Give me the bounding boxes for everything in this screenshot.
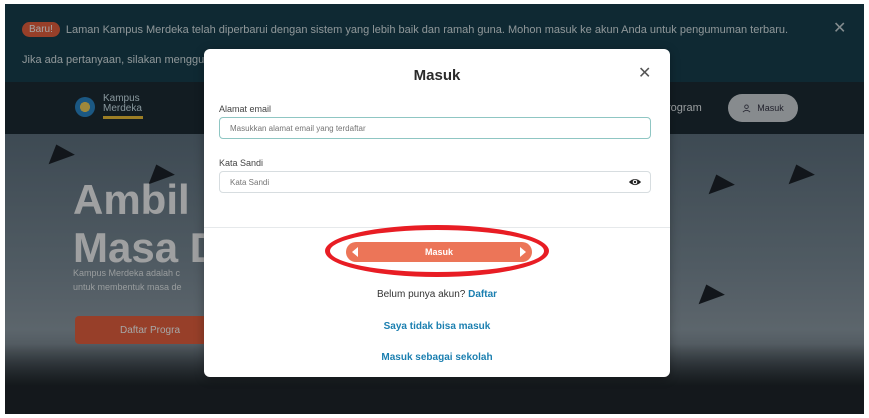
show-password-eye-icon[interactable] (628, 175, 642, 189)
signup-link[interactable]: Daftar (468, 289, 497, 300)
school-login-link[interactable]: Masuk sebagai sekolah (204, 352, 670, 363)
login-submit-label: Masuk (424, 247, 453, 257)
signup-prompt: Belum punya akun? Daftar (204, 289, 670, 300)
login-modal: Masuk ✕ Alamat email Kata Sandi Masuk Be… (204, 49, 670, 377)
signup-prompt-text: Belum punya akun? (376, 289, 466, 300)
cannot-login-link[interactable]: Saya tidak bisa masuk (204, 321, 670, 332)
login-submit-button[interactable]: Masuk (346, 242, 532, 262)
password-label: Kata Sandi (219, 158, 264, 168)
email-field[interactable] (219, 117, 651, 139)
browser-viewport: Baru! Laman Kampus Merdeka telah diperba… (5, 4, 864, 414)
modal-close-icon[interactable]: ✕ (638, 63, 651, 83)
modal-title: Masuk (413, 67, 461, 84)
email-label: Alamat email (219, 104, 272, 114)
password-field[interactable] (219, 171, 651, 193)
